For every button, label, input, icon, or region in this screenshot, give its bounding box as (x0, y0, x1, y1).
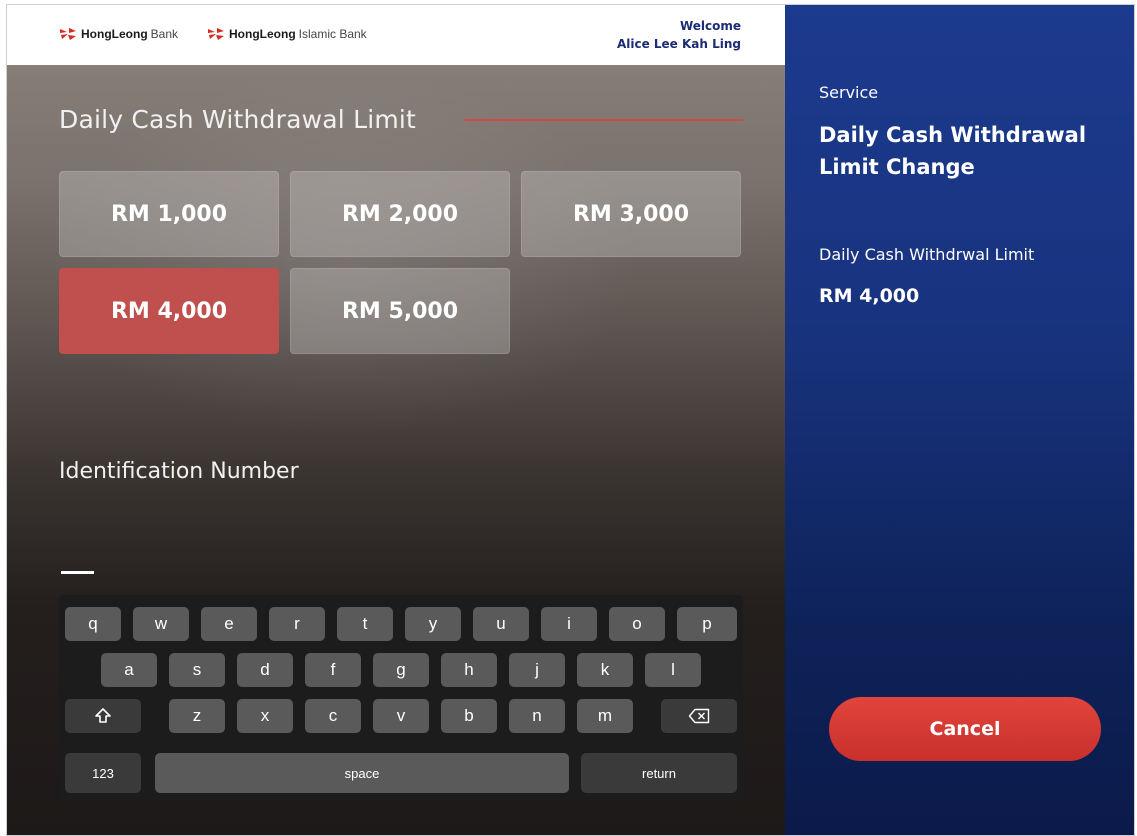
limit-value: RM 4,000 (819, 285, 920, 307)
header-bar: HongLeong Bank HongLeong Islamic Bank We… (7, 5, 785, 65)
backspace-key[interactable] (661, 699, 737, 733)
key-s[interactable]: s (169, 653, 225, 687)
space-key[interactable]: space (155, 753, 569, 793)
hongleong-islamic-bank-logo: HongLeong Islamic Bank (207, 27, 367, 41)
limit-label: Daily Cash Withdrwal Limit (819, 245, 1035, 264)
key-m[interactable]: m (577, 699, 633, 733)
user-name: Alice Lee Kah Ling (616, 37, 741, 51)
return-key[interactable]: return (581, 753, 737, 793)
shift-arrow-icon (95, 708, 111, 723)
welcome-label: Welcome (679, 19, 741, 33)
service-label: Service (819, 83, 879, 102)
key-l[interactable]: l (645, 653, 701, 687)
limit-option-rm-5000[interactable]: RM 5,000 (290, 268, 510, 354)
title-divider (465, 119, 743, 121)
key-n[interactable]: n (509, 699, 565, 733)
key-y[interactable]: y (405, 607, 461, 641)
key-q[interactable]: q (65, 607, 121, 641)
key-c[interactable]: c (305, 699, 361, 733)
key-v[interactable]: v (373, 699, 429, 733)
key-i[interactable]: i (541, 607, 597, 641)
limit-option-rm-4000[interactable]: RM 4,000 (59, 268, 279, 354)
key-k[interactable]: k (577, 653, 633, 687)
key-t[interactable]: t (337, 607, 393, 641)
key-u[interactable]: u (473, 607, 529, 641)
limit-option-rm-3000[interactable]: RM 3,000 (521, 171, 741, 257)
key-b[interactable]: b (441, 699, 497, 733)
on-screen-keyboard: q w e r t y u i o p a s d f g h j k l z … (59, 595, 743, 801)
key-r[interactable]: r (269, 607, 325, 641)
key-x[interactable]: x (237, 699, 293, 733)
key-a[interactable]: a (101, 653, 157, 687)
limit-option-rm-2000[interactable]: RM 2,000 (290, 171, 510, 257)
logo-brand-text: HongLeong (229, 27, 296, 41)
key-o[interactable]: o (609, 607, 665, 641)
id-number-label: Identification Number (59, 459, 299, 484)
key-j[interactable]: j (509, 653, 565, 687)
summary-sidebar: Service Daily Cash Withdrawal Limit Chan… (785, 5, 1134, 835)
logo-suffix-text: Bank (150, 27, 179, 41)
welcome-block: Welcome Alice Lee Kah Ling (617, 17, 741, 53)
main-panel: HongLeong Bank HongLeong Islamic Bank We… (7, 5, 785, 835)
shift-key[interactable] (65, 699, 141, 733)
key-z[interactable]: z (169, 699, 225, 733)
key-f[interactable]: f (305, 653, 361, 687)
key-w[interactable]: w (133, 607, 189, 641)
key-p[interactable]: p (677, 607, 737, 641)
app-frame: HongLeong Bank HongLeong Islamic Bank We… (6, 4, 1135, 836)
service-value: Daily Cash Withdrawal Limit Change (819, 123, 1087, 179)
id-number-input[interactable] (61, 571, 94, 574)
logo-brand-text: HongLeong (81, 27, 148, 41)
hongleong-bank-logo: HongLeong Bank (59, 27, 178, 41)
tiger-logo-icon (208, 28, 224, 40)
logo-suffix-text: Islamic Bank (298, 27, 367, 41)
key-d[interactable]: d (237, 653, 293, 687)
backspace-icon (688, 708, 710, 724)
tiger-logo-icon (60, 28, 76, 40)
cancel-button[interactable]: Cancel (829, 697, 1101, 761)
numbers-key[interactable]: 123 (65, 753, 141, 793)
key-g[interactable]: g (373, 653, 429, 687)
key-h[interactable]: h (441, 653, 497, 687)
limit-option-rm-1000[interactable]: RM 1,000 (59, 171, 279, 257)
key-e[interactable]: e (201, 607, 257, 641)
section-title: Daily Cash Withdrawal Limit (59, 105, 417, 134)
